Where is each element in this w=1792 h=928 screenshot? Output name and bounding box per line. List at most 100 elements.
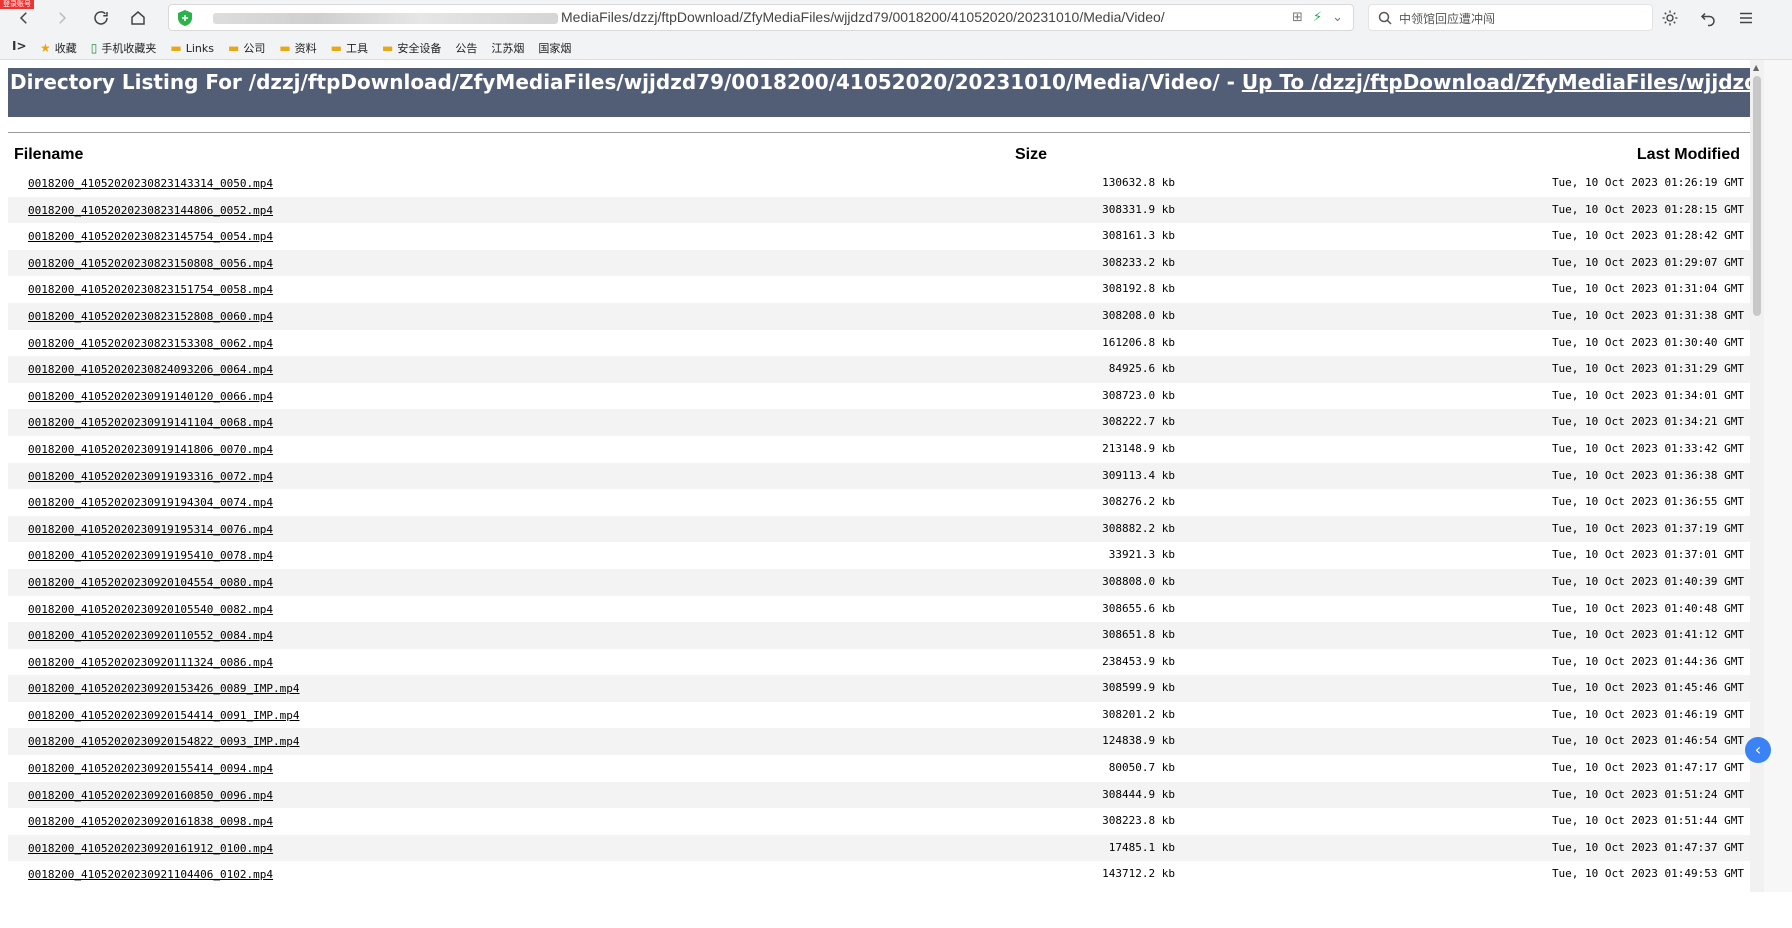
file-link[interactable]: 0018200_41052020230919195314_0076.mp4 [28, 523, 273, 536]
table-row: 0018200_41052020230919195410_0078.mp4 339… [8, 542, 1752, 569]
reload-icon [94, 11, 108, 25]
theme-button[interactable] [1658, 6, 1682, 30]
folder-icon: ▬ [279, 41, 291, 55]
file-link[interactable]: 0018200_41052020230823143314_0050.mp4 [28, 177, 273, 190]
sidebar-toggle-icon[interactable]: I> [12, 39, 27, 53]
file-last-modified: Tue, 10 Oct 2023 01:31:04 GMT [1551, 282, 1744, 296]
table-row: 0018200_41052020230920104554_0080.mp4 308… [8, 568, 1752, 596]
bookmarks-bar: I> ★收藏 ▯手机收藏夹 ▬Links ▬公司 ▬资料 ▬工具 ▬安全设备▢公告▢江苏烟▢… [0, 36, 1792, 110]
file-last-modified: Tue, 10 Oct 2023 01:49:53 GMT [1551, 867, 1744, 881]
file-last-modified: Tue, 10 Oct 2023 01:40:39 GMT [1551, 574, 1744, 588]
file-link[interactable]: 0018200_41052020230823145754_0054.mp4 [28, 230, 273, 243]
side-panel-toggle-button[interactable]: ‹ [1745, 737, 1771, 763]
forward-button[interactable] [50, 6, 74, 30]
file-size: 308651.8 kb [1102, 628, 1175, 642]
file-link[interactable]: 0018200_41052020230919141806_0070.mp4 [28, 443, 273, 456]
file-link[interactable]: 0018200_41052020230919140120_0066.mp4 [28, 390, 273, 403]
bookmark-item[interactable]: ▬ 资料 [279, 40, 316, 56]
file-link[interactable]: 0018200_41052020230823150808_0056.mp4 [28, 257, 273, 270]
file-size: 308723.0 kb [1102, 388, 1175, 402]
bookmark-label: 江苏烟 [491, 42, 525, 55]
table-row: 0018200_41052020230920161838_0098.mp4 308… [8, 808, 1752, 835]
file-link[interactable]: 0018200_41052020230920154414_0091_IMP.mp… [28, 709, 300, 722]
menu-button[interactable] [1734, 6, 1758, 30]
bookmark-item[interactable]: ▬ 工具 [331, 40, 368, 56]
table-row: 0018200_41052020230823145754_0054.mp4 308… [8, 223, 1752, 250]
table-row: 0018200_41052020230920155414_0094.mp4 800… [8, 755, 1752, 782]
file-link[interactable]: 0018200_41052020230920161912_0100.mp4 [28, 842, 273, 855]
file-link[interactable]: 0018200_41052020230920111324_0086.mp4 [28, 656, 273, 669]
folder-icon: ▬ [330, 41, 343, 55]
scroll-thumb[interactable] [1753, 76, 1761, 316]
reload-button[interactable] [89, 6, 113, 30]
bookmark-item[interactable]: ▬ Links [170, 41, 214, 55]
column-last-modified[interactable]: Last Modified [1637, 146, 1740, 164]
column-size[interactable]: Size [1015, 146, 1047, 164]
bookmark-item[interactable]: ▢江苏烟 [40, 40, 525, 110]
vertical-scrollbar[interactable]: ▲ [1750, 60, 1764, 892]
file-link[interactable]: 0018200_41052020230823153308_0062.mp4 [28, 337, 273, 350]
file-link[interactable]: 0018200_41052020230920105540_0082.mp4 [28, 603, 273, 616]
scroll-up-icon[interactable]: ▲ [1753, 63, 1759, 72]
grid-icon[interactable]: ⊞ [1292, 10, 1303, 25]
bookmark-item[interactable]: ▢公告 [40, 40, 478, 110]
file-size: 308201.2 kb [1102, 707, 1175, 721]
file-link[interactable]: 0018200_41052020230920110552_0084.mp4 [28, 629, 273, 642]
file-link[interactable]: 0018200_41052020230823144806_0052.mp4 [28, 204, 273, 217]
file-size: 143712.2 kb [1102, 867, 1175, 881]
file-link[interactable]: 0018200_41052020230824093206_0064.mp4 [28, 363, 273, 376]
table-row: 0018200_41052020230823150808_0056.mp4 308… [8, 249, 1752, 277]
search-box[interactable]: 中领馆回应遭冲闯 [1368, 4, 1653, 31]
home-button[interactable] [126, 6, 150, 30]
file-last-modified: Tue, 10 Oct 2023 01:37:19 GMT [1551, 521, 1744, 535]
bookmark-label: 国家烟 [538, 42, 572, 55]
file-size: 80050.7 kb [1108, 761, 1175, 775]
address-bar[interactable]: MediaFiles/dzzj/ftpDownload/ZfyMediaFile… [168, 4, 1354, 31]
up-link[interactable]: Up To /dzzj/ftpDownload/ZfyMediaFiles/wj… [1242, 70, 1760, 94]
file-size: 161206.8 kb [1102, 335, 1175, 349]
bookmark-item[interactable]: ▬ 安全设备 [382, 40, 441, 56]
file-size: 84925.6 kb [1108, 362, 1175, 376]
file-size: 308882.2 kb [1102, 521, 1175, 535]
file-link[interactable]: 0018200_41052020230919195410_0078.mp4 [28, 549, 273, 562]
file-link[interactable]: 0018200_41052020230920161838_0098.mp4 [28, 815, 273, 828]
file-link[interactable]: 0018200_41052020230919193316_0072.mp4 [28, 470, 273, 483]
file-last-modified: Tue, 10 Oct 2023 01:46:54 GMT [1551, 734, 1744, 748]
file-last-modified: Tue, 10 Oct 2023 01:31:29 GMT [1551, 362, 1744, 376]
column-filename[interactable]: Filename [14, 146, 83, 164]
undo-button[interactable] [1696, 6, 1720, 30]
bookmark-item[interactable]: ▯ 手机收藏夹 [91, 40, 157, 56]
divider [8, 132, 1752, 133]
bookmark-item[interactable]: ★ 收藏 [40, 40, 77, 56]
search-icon [1378, 11, 1392, 25]
file-link[interactable]: 0018200_41052020230920155414_0094.mp4 [28, 762, 273, 775]
file-last-modified: Tue, 10 Oct 2023 01:37:01 GMT [1551, 548, 1744, 562]
back-button[interactable] [12, 6, 36, 30]
file-size: 308599.9 kb [1102, 681, 1175, 695]
file-link[interactable]: 0018200_41052020230920154822_0093_IMP.mp… [28, 735, 300, 748]
bookmark-item[interactable]: ▬ 公司 [228, 40, 265, 56]
table-row: 0018200_41052020230823152808_0060.mp4 308… [8, 302, 1752, 330]
file-size: 308276.2 kb [1102, 495, 1175, 509]
lightning-icon[interactable]: ⚡ [1313, 10, 1322, 25]
file-link[interactable]: 0018200_41052020230920160850_0096.mp4 [28, 789, 273, 802]
file-size: 33921.3 kb [1108, 548, 1175, 562]
chevron-down-icon[interactable]: ⌄ [1332, 10, 1343, 25]
file-last-modified: Tue, 10 Oct 2023 01:36:55 GMT [1551, 495, 1744, 509]
file-link[interactable]: 0018200_41052020230823151754_0058.mp4 [28, 283, 273, 296]
file-link[interactable]: 0018200_41052020230921104406_0102.mp4 [28, 868, 273, 881]
file-size: 308222.7 kb [1102, 415, 1175, 429]
table-row: 0018200_41052020230919140120_0066.mp4 308… [8, 383, 1752, 410]
file-size: 308208.0 kb [1102, 308, 1175, 322]
bookmark-item[interactable]: ▢国家烟 [40, 40, 572, 110]
file-size: 308331.9 kb [1102, 202, 1175, 216]
file-last-modified: Tue, 10 Oct 2023 01:45:46 GMT [1551, 681, 1744, 695]
file-last-modified: Tue, 10 Oct 2023 01:47:17 GMT [1551, 761, 1744, 775]
file-last-modified: Tue, 10 Oct 2023 01:29:07 GMT [1551, 255, 1744, 269]
file-link[interactable]: 0018200_41052020230919194304_0074.mp4 [28, 496, 273, 509]
file-link[interactable]: 0018200_41052020230823152808_0060.mp4 [28, 310, 273, 323]
file-link[interactable]: 0018200_41052020230920104554_0080.mp4 [28, 576, 273, 589]
bookmark-label: 公告 [455, 42, 478, 55]
file-link[interactable]: 0018200_41052020230920153426_0089_IMP.mp… [28, 682, 300, 695]
file-link[interactable]: 0018200_41052020230919141104_0068.mp4 [28, 416, 273, 429]
